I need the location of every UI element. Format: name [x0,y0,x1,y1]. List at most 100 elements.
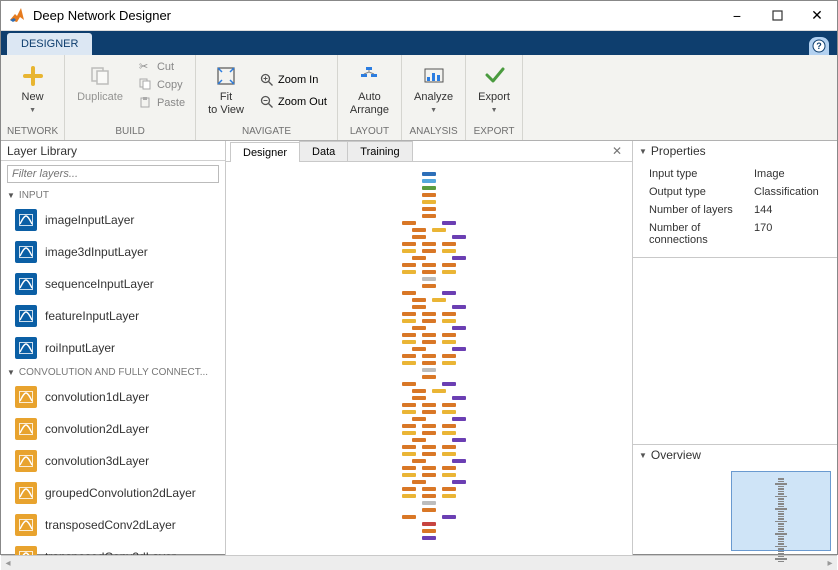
properties-body: Input typeImageOutput typeClassification… [633,161,837,257]
paste-icon [139,96,153,110]
property-value: Image [754,168,831,180]
layer-filter-input[interactable] [7,165,219,183]
property-key: Number of layers [649,204,754,216]
export-button[interactable]: Export ▼ [472,58,516,124]
ribbon-group-navigate: Fit to View Zoom In Zoom Out NAVIGATE [196,55,338,140]
layer-type-icon [15,209,37,231]
layer-item[interactable]: roiInputLayer [1,332,225,364]
fit-to-view-button[interactable]: Fit to View [202,58,250,124]
layer-item[interactable]: sequenceInputLayer [1,268,225,300]
property-row: Number of connections170 [649,219,831,249]
category-label: CONVOLUTION AND FULLY CONNECT... [19,367,208,378]
filter-container [7,165,219,183]
layer-type-icon [15,514,37,536]
collapse-icon: ▼ [7,368,15,377]
duplicate-icon [88,64,112,88]
svg-text:?: ? [816,41,822,51]
ribbon-group-network: New ▼ NETWORK [1,55,65,140]
copy-button[interactable]: Copy [135,76,189,94]
layer-item[interactable]: groupedConvolution2dLayer [1,477,225,509]
layer-item[interactable]: convolution1dLayer [1,381,225,413]
paste-button[interactable]: Paste [135,94,189,112]
layer-category[interactable]: ▼ INPUT [1,187,225,204]
layer-item[interactable]: imageInputLayer [1,204,225,236]
layer-item[interactable]: transposedConv3dLayer [1,541,225,555]
plus-icon [21,64,45,88]
overview-viewport[interactable] [731,471,831,551]
duplicate-button[interactable]: Duplicate [71,58,129,124]
zoom-out-button[interactable]: Zoom Out [256,93,331,111]
network-canvas[interactable] [226,162,632,555]
overview-body [633,465,837,555]
matlab-icon [7,6,27,26]
auto-arrange-icon [357,64,381,88]
tab-training[interactable]: Training [347,141,412,161]
cut-button[interactable]: ✂Cut [135,58,189,76]
layer-item-label: image3dInputLayer [45,245,148,259]
layer-item-label: transposedConv3dLayer [45,550,176,555]
help-icon[interactable]: ? [809,37,829,55]
canvas-area: Designer Data Training ✕ [226,141,632,555]
close-button[interactable]: ✕ [797,1,837,31]
layer-list[interactable]: ▼ INPUT imageInputLayer image3dInputLayer se… [1,187,225,555]
layer-library-title: Layer Library [1,141,225,161]
ribbon-group-build: Duplicate ✂Cut Copy Paste BUILD [65,55,196,140]
tab-data[interactable]: Data [299,141,348,161]
layer-type-icon [15,241,37,263]
layer-item-label: convolution3dLayer [45,454,149,468]
ribbon-toolbar: New ▼ NETWORK Duplicate ✂Cut Copy Paste … [1,55,837,141]
tab-designer[interactable]: Designer [230,142,300,162]
layer-item-label: convolution1dLayer [45,390,149,404]
zoom-in-button[interactable]: Zoom In [256,71,331,89]
layer-item[interactable]: image3dInputLayer [1,236,225,268]
zoom-in-icon [260,73,274,87]
collapse-icon: ▼ [639,451,647,460]
layer-item-label: sequenceInputLayer [45,277,154,291]
properties-heading[interactable]: ▼Properties [633,141,837,161]
fit-view-icon [214,64,238,88]
ribbon-group-layout: Auto Arrange LAYOUT [338,55,402,140]
layer-item[interactable]: transposedConv2dLayer [1,509,225,541]
collapse-icon: ▼ [7,191,15,200]
dropdown-caret-icon: ▼ [430,107,437,114]
property-value: 170 [754,222,831,246]
layer-item-label: transposedConv2dLayer [45,518,176,532]
layer-type-icon [15,337,37,359]
zoom-buttons: Zoom In Zoom Out [256,58,331,124]
property-row: Input typeImage [649,165,831,183]
canvas-tabs: Designer Data Training ✕ [226,141,632,162]
right-panel: ▼Properties Input typeImageOutput typeCl… [632,141,837,555]
auto-arrange-button[interactable]: Auto Arrange [344,58,395,124]
layer-item-label: groupedConvolution2dLayer [45,486,196,500]
canvas-options-icon[interactable]: ✕ [612,144,622,158]
window-title: Deep Network Designer [33,8,717,23]
analyze-icon [422,64,446,88]
network-graph [339,172,519,543]
maximize-button[interactable] [757,1,797,31]
analyze-button[interactable]: Analyze ▼ [408,58,459,124]
layer-item[interactable]: convolution2dLayer [1,413,225,445]
layer-category[interactable]: ▼ CONVOLUTION AND FULLY CONNECT... [1,364,225,381]
property-value: 144 [754,204,831,216]
scroll-left-icon[interactable]: ◂ [1,556,15,570]
new-button[interactable]: New ▼ [15,58,51,124]
ribbon-group-export: Export ▼ EXPORT [466,55,523,140]
property-key: Number of connections [649,222,754,246]
property-key: Input type [649,168,754,180]
ribbon-tab-designer[interactable]: DESIGNER [7,33,92,55]
scroll-right-icon[interactable]: ▸ [823,556,837,570]
minimize-button[interactable]: − [717,1,757,31]
category-label: INPUT [19,190,49,201]
properties-panel: ▼Properties Input typeImageOutput typeCl… [633,141,837,258]
collapse-icon: ▼ [639,147,647,156]
layer-item[interactable]: convolution3dLayer [1,445,225,477]
clipboard-buttons: ✂Cut Copy Paste [135,58,189,124]
layer-type-icon [15,546,37,555]
layer-library-panel: Layer Library ▼ INPUT imageInputLayer image… [1,141,226,555]
overview-heading[interactable]: ▼Overview [633,445,837,465]
layer-type-icon [15,273,37,295]
property-key: Output type [649,186,754,198]
layer-type-icon [15,418,37,440]
layer-item[interactable]: featureInputLayer [1,300,225,332]
copy-icon [139,78,153,92]
